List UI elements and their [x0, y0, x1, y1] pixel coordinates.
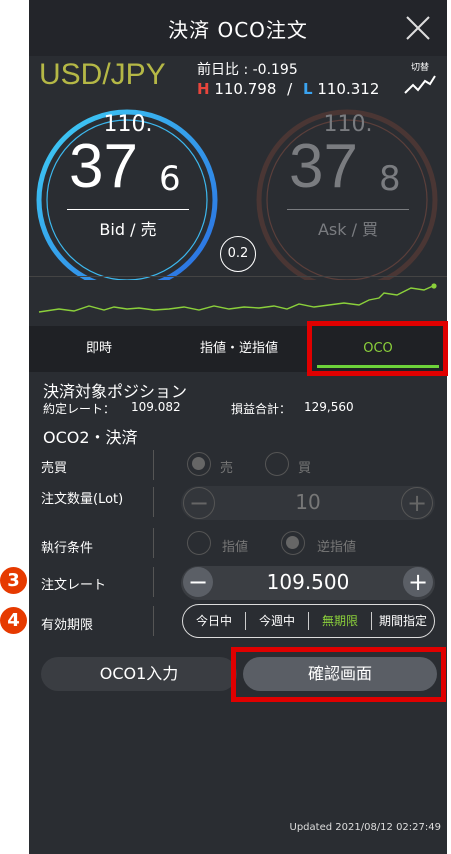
- price-chart: [29, 276, 447, 313]
- page-title: 決済 OCO注文: [168, 18, 308, 42]
- currency-pair: USD/JPY: [39, 58, 166, 91]
- divider: [153, 567, 154, 597]
- high-label: H: [197, 80, 210, 98]
- highlight-oco-tab: [307, 321, 448, 376]
- order-rate-stepper: − 109.500 +: [181, 566, 435, 600]
- divider: [153, 487, 154, 517]
- radio-dot: [286, 536, 299, 549]
- low-value: 110.312: [317, 80, 380, 98]
- radio-dot: [192, 457, 205, 470]
- rate-label: 約定レート：: [43, 402, 116, 416]
- high-low: H 110.798 / L 110.312: [197, 80, 379, 98]
- expiry-this-week[interactable]: 今週中: [246, 605, 308, 637]
- cond-label: 執行条件: [41, 541, 94, 556]
- spread-badge: 0.2: [220, 236, 256, 272]
- high-value: 110.798: [214, 80, 277, 98]
- updated-timestamp: Updated 2021/08/12 02:27:49: [289, 822, 441, 833]
- side-sell-label: 売: [220, 461, 234, 476]
- close-icon[interactable]: [403, 13, 433, 43]
- qty-stepper: − 10 +: [181, 486, 435, 520]
- low-label: L: [303, 80, 313, 98]
- app-screen: 決済 OCO注文 USD/JPY 前日比 : -0.195 H 110.798 …: [29, 0, 447, 854]
- header-bar: 決済 OCO注文: [29, 0, 447, 56]
- bid-main: 37: [69, 132, 138, 201]
- prev-day-change: 前日比 : -0.195: [197, 62, 298, 78]
- cond-limit-label: 指値: [222, 540, 249, 555]
- expiry-period[interactable]: 期間指定: [372, 605, 434, 637]
- expiry-label: 有効期限: [41, 618, 94, 633]
- cond-stop-label: 逆指値: [317, 540, 357, 555]
- ask-sub: 8: [379, 159, 401, 199]
- side-sell-radio[interactable]: [187, 452, 211, 476]
- side-buy-radio[interactable]: [265, 452, 289, 476]
- order-rate-label: 注文レート: [41, 578, 107, 593]
- bid-sub: 6: [159, 159, 181, 199]
- bid-label: Bid / 売: [99, 220, 157, 239]
- cond-stop-radio[interactable]: [281, 531, 305, 555]
- highlight-confirm-button: [231, 647, 446, 702]
- divider: [153, 450, 154, 480]
- oco1-input-button[interactable]: OCO1入力: [41, 657, 237, 691]
- trend-chart-icon: [404, 75, 436, 94]
- oco-section-title: OCO2・決済: [43, 428, 138, 447]
- step-3-badge: 3: [0, 567, 27, 594]
- side-label: 売買: [41, 461, 68, 476]
- expiry-selector: 今日中 今週中 無期限 期間指定: [182, 604, 435, 638]
- qty-label: 注文数量(Lot): [41, 492, 124, 507]
- cond-limit-radio[interactable]: [187, 531, 211, 555]
- ask-main: 37: [289, 132, 358, 201]
- position-title: 決済対象ポジション: [43, 382, 188, 401]
- order-rate-value[interactable]: 109.500: [221, 570, 395, 594]
- rate-plus-button[interactable]: +: [403, 567, 433, 597]
- tab-limit-stop[interactable]: 指値・逆指値: [169, 326, 309, 372]
- divider: [153, 528, 154, 558]
- qty-value[interactable]: 10: [221, 490, 395, 514]
- rate-value: 109.082: [131, 400, 181, 414]
- expiry-today[interactable]: 今日中: [183, 605, 245, 637]
- pl-value: 129,560: [304, 400, 354, 414]
- switch-label: 切替: [410, 63, 429, 73]
- ask-label: Ask / 買: [317, 220, 379, 239]
- side-buy-label: 買: [298, 461, 312, 476]
- step-4-badge: 4: [0, 607, 27, 634]
- pl-label: 損益合計：: [231, 402, 292, 416]
- switch-button[interactable]: 切替: [401, 60, 439, 101]
- qty-plus-button[interactable]: +: [401, 487, 433, 519]
- high-low-separator: /: [287, 80, 293, 98]
- expiry-indefinite[interactable]: 無期限: [309, 605, 371, 637]
- divider: [153, 606, 154, 636]
- ask-quote[interactable]: 110. 37 8 Ask / 買: [287, 112, 409, 240]
- rate-minus-button[interactable]: −: [183, 567, 213, 597]
- tab-immediate[interactable]: 即時: [29, 326, 169, 372]
- qty-minus-button[interactable]: −: [183, 487, 215, 519]
- bid-quote[interactable]: 110. 37 6 Bid / 売: [67, 112, 189, 240]
